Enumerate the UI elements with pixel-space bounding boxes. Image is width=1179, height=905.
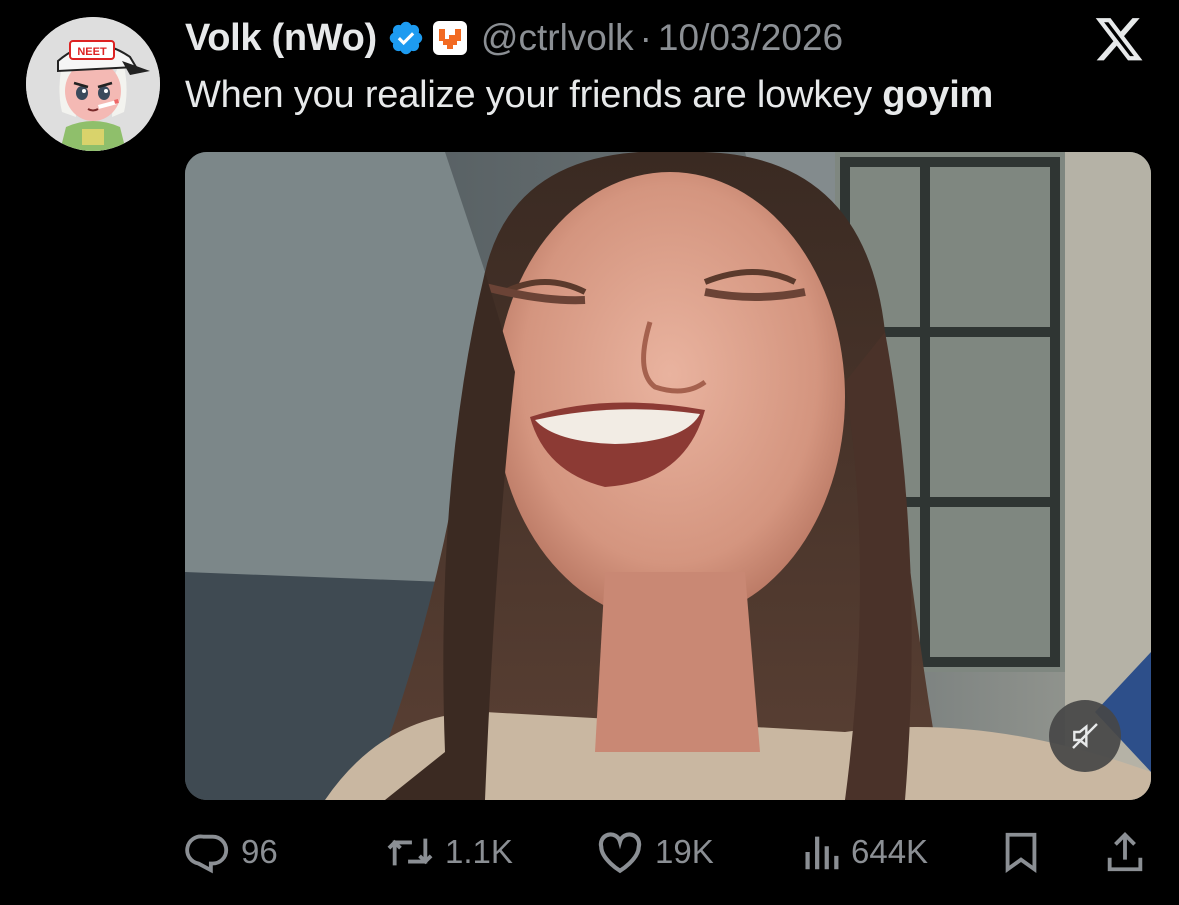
separator-dot: · [639,17,652,58]
display-name[interactable]: Volk (nWo) [185,17,377,60]
repost-count: 1.1K [445,833,513,870]
views-button[interactable]: 644K [801,826,928,878]
tweet-text-bold: goyim [882,74,994,116]
tweet-text: When you realize your friends are lowkey… [185,74,993,117]
tweet: NEET Volk (nWo) @ctrlvolk · 10/03/2026 W… [0,0,1179,905]
mute-button[interactable] [1049,700,1121,772]
reply-count: 96 [241,833,278,870]
action-bar: 96 1.1K 19K 644K [185,826,1151,878]
avatar-image: NEET [26,17,160,151]
tweet-text-plain: When you realize your friends are lowkey [185,74,883,116]
views-icon [805,836,839,870]
like-button[interactable]: 19K [595,826,714,878]
avatar[interactable]: NEET [26,17,160,151]
bookmark-button[interactable] [999,826,1043,878]
reply-button[interactable]: 96 [185,826,278,878]
avatar-badge-text: NEET [77,46,107,58]
x-logo-icon [1093,18,1145,66]
reply-icon [185,834,229,874]
tweet-header: Volk (nWo) @ctrlvolk · 10/03/2026 [185,14,843,62]
muted-speaker-icon [1072,723,1098,749]
heart-icon [598,832,642,874]
views-count: 644K [851,833,929,870]
bookmark-icon [1005,832,1037,873]
share-icon [1107,832,1143,872]
handle[interactable]: @ctrlvolk [481,17,634,59]
tweet-date[interactable]: 10/03/2026 [658,17,843,59]
video-player[interactable] [185,152,1151,800]
repost-icon [387,838,433,866]
like-count: 19K [655,833,714,870]
share-button[interactable] [1103,826,1147,878]
video-frame [185,152,1151,800]
affiliate-badge-icon[interactable] [432,21,467,55]
repost-button[interactable]: 1.1K [385,826,513,878]
verified-badge-icon [387,19,425,57]
